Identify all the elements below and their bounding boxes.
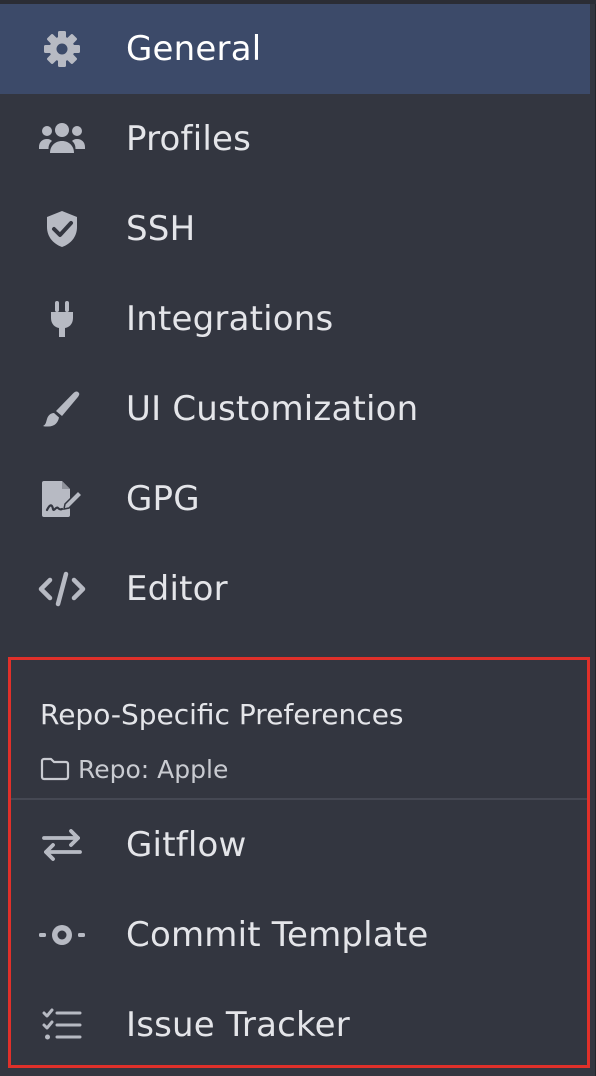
repo-indicator: Repo: Apple [40,752,228,786]
repo-section-title: Repo-Specific Preferences [40,698,404,731]
sidebar-item-profiles[interactable]: Profiles [0,94,590,184]
sidebar-item-label: Gitflow [126,825,247,865]
sidebar-item-editor[interactable]: Editor [0,544,590,634]
sidebar-item-commit-template[interactable]: Commit Template [0,890,590,980]
sidebar-item-label: Issue Tracker [126,1005,350,1045]
sidebar-item-ssh[interactable]: SSH [0,184,590,274]
commit-icon [36,909,88,961]
sidebar-item-integrations[interactable]: Integrations [0,274,590,364]
sidebar-item-label: General [126,29,262,69]
sidebar-item-gpg[interactable]: GPG [0,454,590,544]
sidebar-item-gitflow[interactable]: Gitflow [0,800,590,890]
sidebar-item-label: GPG [126,479,200,519]
sidebar-item-label: SSH [126,209,196,249]
repo-name-label: Repo: Apple [78,754,229,784]
code-icon [36,563,88,615]
sidebar-item-ui-customization[interactable]: UI Customization [0,364,590,454]
preferences-sidebar: General Profiles SSH Integrations UI Cus… [0,0,596,1076]
shield-check-icon [36,203,88,255]
plug-icon [36,293,88,345]
sidebar-item-label: Profiles [126,119,252,159]
sidebar-item-label: UI Customization [126,389,419,429]
paintbrush-icon [36,383,88,435]
sidebar-item-general[interactable]: General [0,4,590,94]
sidebar-item-label: Integrations [126,299,334,339]
signed-document-icon [36,473,88,525]
sidebar-item-issue-tracker[interactable]: Issue Tracker [0,980,590,1070]
swap-arrows-icon [36,819,88,871]
sidebar-item-label: Commit Template [126,915,429,955]
sidebar-item-label: Editor [126,569,228,609]
gear-icon [36,23,88,75]
users-icon [36,113,88,165]
checklist-icon [36,999,88,1051]
folder-icon [40,757,70,781]
